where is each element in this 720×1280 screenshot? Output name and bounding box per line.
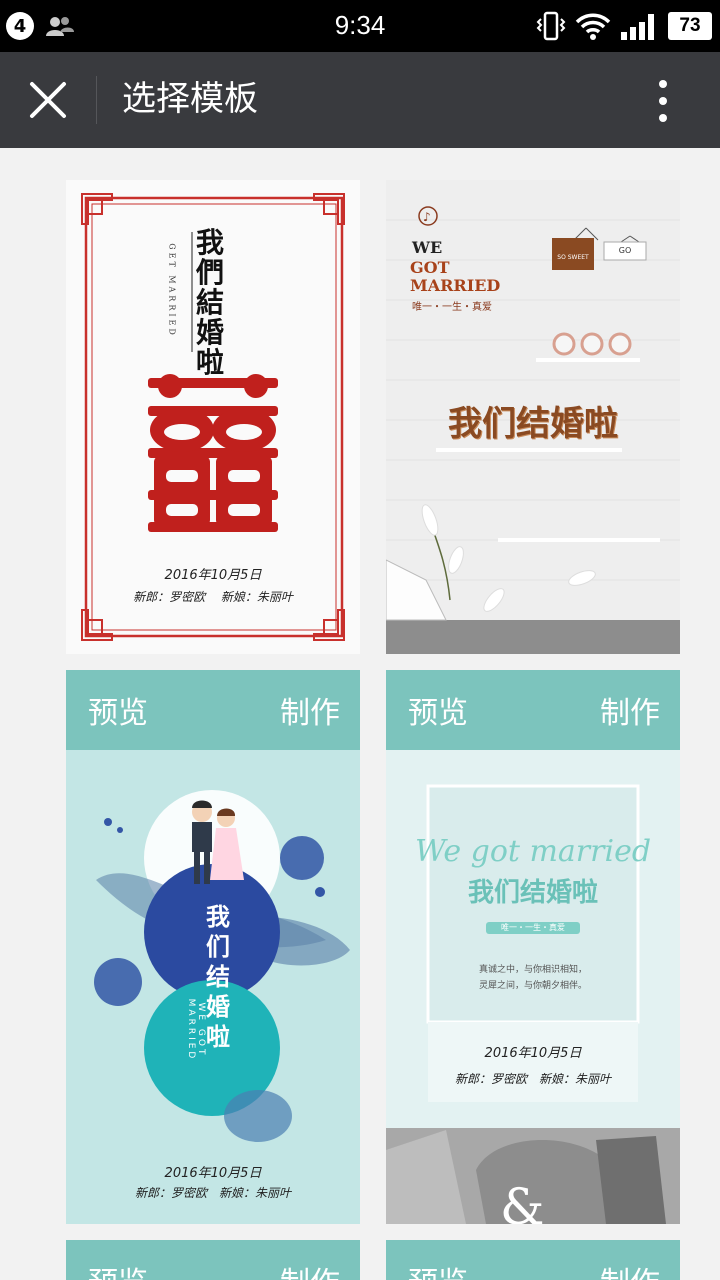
template-line2: GOT [410,258,450,277]
close-icon[interactable] [26,78,70,122]
template-title-vertical: 我們結婚啦 [196,226,225,379]
make-button[interactable]: 制作 [600,688,660,732]
template-subtitle-vertical: GET MARRIED [167,243,177,338]
sign-go: GO [618,246,632,255]
svg-text:&: & [500,1178,545,1224]
template-title: 我们结婚啦 [448,404,618,444]
template-script-title: We got married [414,834,652,869]
template-thumbnail[interactable]: 我們結婚啦 GET MARRIED 2016年10月5日 新郎：罗密欧 新娘：朱… [66,180,360,654]
template-thumbnail[interactable]: & We got married 我们结婚啦 唯一・一生・真爱 真诚之中，与你相… [386,750,680,1224]
template-text-line2: 灵犀之间，与你朝夕相伴。 [478,981,587,991]
template-title: 我们结婚啦 [467,878,598,908]
template-line1: WE [412,238,443,257]
template-subtitle-vertical: WE GOT MARRIED [186,998,206,1062]
preview-button[interactable]: 预览 [408,1258,468,1280]
preview-button[interactable]: 预览 [88,688,148,732]
template-text-line1: 真诚之中，与你相识相知， [478,965,587,975]
clock: 9:34 [334,10,386,40]
svg-text:♪: ♪ [423,210,431,224]
template-tagline: 唯一・一生・真爱 [412,302,492,313]
template-actions: 预览 制作 [386,1240,680,1280]
template-couple: 新郎：罗密欧 新娘：朱丽叶 [454,1072,611,1086]
sign-so-sweet: SO SWEET [557,254,589,261]
template-line3: MARRIED [410,276,501,295]
make-button[interactable]: 制作 [280,688,340,732]
make-button[interactable]: 制作 [280,1258,340,1280]
template-couple: 新郎：罗密欧 新娘：朱丽叶 [134,1186,291,1200]
make-button[interactable]: 制作 [600,1258,660,1280]
template-title-vertical: 我们结婚啦 [206,903,230,1051]
template-grid: 我們結婚啦 GET MARRIED 2016年10月5日 新郎：罗密欧 新娘：朱… [0,148,720,1280]
template-date: 2016年10月5日 [164,568,262,583]
template-thumbnail[interactable]: 我们结婚啦 WE GOT MARRIED 2016年10月5日 新郎：罗密欧 新… [66,750,360,1224]
template-date: 2016年10月5日 [484,1046,582,1061]
preview-button[interactable]: 预览 [88,1258,148,1280]
signal-icon [621,14,654,40]
divider [96,76,97,124]
template-actions: 预览 制作 [386,670,680,750]
preview-button[interactable]: 预览 [408,688,468,732]
battery-icon: 73 [668,12,712,40]
wifi-icon [575,13,611,40]
template-tagline: 唯一・一生・真爱 [501,923,565,932]
template-actions: 预览 制作 [66,670,360,750]
template-couple: 新郎：罗密欧 新娘：朱丽叶 [133,590,293,604]
template-date: 2016年10月5日 [164,1166,262,1181]
vibrate-icon [536,11,566,41]
status-bar: 4 9:34 73 [0,0,720,52]
template-actions: 预览 制作 [66,1240,360,1280]
app-bar: 选择模板 [0,52,720,148]
more-vertical-icon[interactable] [646,78,680,124]
page-title: 选择模板 [122,79,258,119]
template-thumbnail[interactable]: ♪ WE GOT MARRIED 唯一・一生・真爱 SO SWEET GO 我们… [386,180,680,654]
